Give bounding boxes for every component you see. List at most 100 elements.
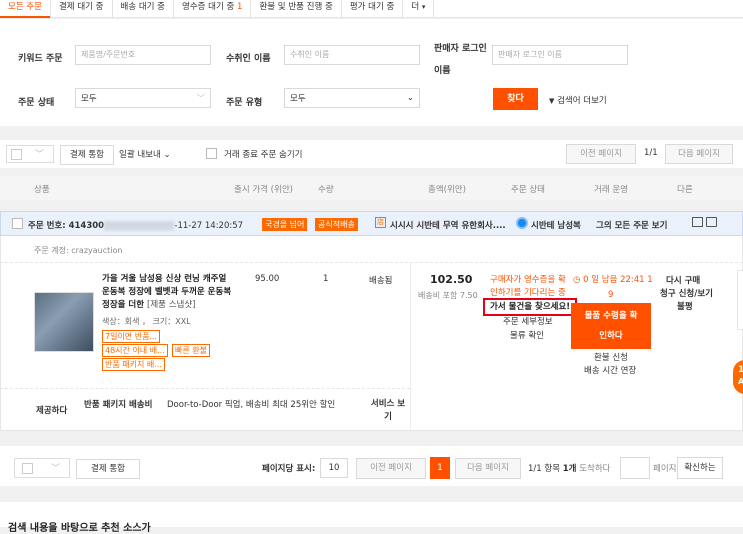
chevron-down-icon: ﹀ — [35, 150, 45, 160]
service-tag-48h[interactable]: 48시간 이내 배... — [102, 344, 168, 357]
unit-price: 95.00 — [255, 274, 280, 284]
bulk-export-dropdown[interactable]: 일괄 내보내 ⌄ — [119, 148, 171, 160]
side-panel — [737, 270, 743, 330]
recipient-label: 수취인 이름 — [226, 54, 271, 64]
flag-icon[interactable] — [706, 217, 717, 227]
col-other: 다른 — [677, 185, 693, 195]
seller-label-2: 이름 — [434, 66, 451, 76]
service-tag-7day[interactable]: 7일이면 반품... — [102, 330, 161, 343]
prev-page-button[interactable]: 이전 페이지 — [566, 144, 636, 164]
confirm-goto-button[interactable]: 확신하는 — [677, 457, 723, 479]
status-awaiting-receipt: 구매자가 영수증을 확 — [490, 275, 566, 285]
column-divider — [410, 263, 411, 431]
crossborder-tag: 국경을 넘어 — [262, 218, 308, 231]
select-all-dropdown[interactable]: ﹀ — [6, 145, 54, 163]
tab-awaiting-receipt[interactable]: 영수증 대기 중 1 — [174, 0, 252, 18]
order-total: 102.50 — [430, 273, 473, 286]
chevron-down-icon: ▾ — [421, 2, 426, 11]
next-page-button-bottom[interactable]: 다음 페이지 — [455, 458, 521, 479]
order-account: 주문 계정: crazyauction — [34, 246, 123, 255]
seller-chat-name[interactable]: 시반테 남성복 — [531, 219, 581, 231]
type-select[interactable]: 모두 ⌄ — [284, 88, 420, 108]
quantity: 1 — [323, 274, 329, 284]
per-page-input[interactable]: 10 — [320, 458, 348, 478]
service-view-link[interactable]: 서비스 보기 — [369, 398, 407, 424]
extend-delivery-link[interactable]: 배송 시간 연장 — [584, 364, 636, 376]
page-summary: 1/1 항목 1개 도착하다 — [528, 464, 611, 474]
service-tag-return[interactable]: 반품 패키지 배... — [102, 358, 165, 371]
select-all-checkbox-bottom[interactable] — [22, 463, 33, 474]
divider — [0, 262, 743, 263]
countdown-2: 9 — [608, 290, 614, 300]
hide-closed-label: 거래 종료 주문 숨기기 — [224, 150, 303, 160]
select-all-dropdown-bottom[interactable]: ﹀ — [14, 458, 70, 478]
chevron-down-icon: ⌄ — [163, 150, 171, 160]
tab-more[interactable]: 더 ▾ — [403, 0, 435, 18]
caret-down-icon: ▼ — [549, 97, 555, 105]
current-page[interactable]: 1 — [430, 457, 450, 479]
floating-badge[interactable]: 16A — [733, 360, 743, 394]
seller-input[interactable]: 판매자 로그인 이름 — [492, 45, 628, 65]
product-title[interactable]: 가을 겨울 남성용 신상 런닝 캐주얼 운동복 정장에 벨벳과 두꺼운 운동복 … — [102, 273, 236, 312]
col-product: 상품 — [34, 185, 50, 195]
col-operation: 거래 운영 — [594, 185, 628, 195]
recipient-input[interactable]: 수취인 이름 — [284, 45, 420, 65]
shipping-included: 배송비 포함 7.50 — [418, 291, 478, 300]
col-total: 총액(위안) — [428, 185, 466, 195]
go-find-tooltip: 가서 물건을 찾으세요! — [483, 298, 577, 316]
tab-refunds[interactable]: 환불 및 반품 진행 중 — [251, 0, 342, 18]
keyword-input[interactable]: 제품명/주문번호 — [75, 45, 211, 65]
view-all-orders-link[interactable]: 그의 모든 주문 보기 — [596, 219, 667, 231]
tab-awaiting-payment[interactable]: 결제 대기 중 — [51, 0, 113, 18]
chevron-down-icon: ﹀ — [196, 94, 205, 104]
product-attributes: 색상：회색 ， 크기：XXL — [102, 317, 191, 326]
chevron-down-icon: ﹀ — [51, 464, 61, 474]
next-page-button[interactable]: 다음 페이지 — [665, 144, 733, 164]
return-fee-desc: Door-to-Door 픽업, 배송비 최대 25위안 할인 — [167, 400, 336, 410]
tab-awaiting-shipment[interactable]: 배송 대기 중 — [113, 0, 175, 18]
confirm-receipt-button[interactable]: 물품 수령을 확 인하다 — [571, 303, 651, 349]
status-awaiting-receipt-2: 인하기를 기다리는 중 — [490, 288, 566, 298]
seller-label: 판매자 로그인 — [434, 44, 487, 54]
shipping-status: 배송됨 — [369, 276, 393, 286]
col-price: 출시 가격 (위안) — [234, 185, 293, 195]
col-status: 주문 상태 — [511, 185, 545, 195]
search-button[interactable]: 찾다 — [493, 88, 538, 110]
complaint-link[interactable]: 불평 — [677, 300, 693, 312]
status-select[interactable]: 모두 ﹀ — [75, 88, 211, 108]
product-snapshot-link[interactable]: [제품 스냅샷] — [147, 300, 195, 310]
wangwang-chat-icon[interactable] — [516, 217, 528, 229]
service-tag-refund[interactable]: 빠른 환불 — [172, 344, 210, 357]
prev-page-button-bottom[interactable]: 이전 페이지 — [356, 458, 426, 479]
hide-closed-checkbox[interactable] — [206, 148, 217, 159]
masked-order-number: 0000000000000 — [104, 221, 175, 231]
shop-name-link[interactable]: 시시시 시반테 무역 유한회사.... — [390, 219, 506, 231]
official-shipping-tag: 공식적배송 — [315, 218, 358, 231]
order-checkbox[interactable] — [12, 218, 23, 229]
logistics-link[interactable]: 물류 확인 — [510, 329, 544, 341]
tab-awaiting-review[interactable]: 평가 대기 중 — [342, 0, 404, 18]
tab-all-orders[interactable]: 모든 주문 — [0, 0, 51, 18]
order-number: 주문 번호: 4143000000000000000-11-27 14:20:5… — [28, 221, 244, 231]
countdown: ◷ 0 일 남음 22:41 1 — [573, 275, 653, 285]
more-search-link[interactable]: ▼ 검색어 더보기 — [549, 94, 607, 106]
select-all-checkbox[interactable] — [11, 149, 22, 160]
product-thumbnail[interactable] — [34, 292, 94, 352]
merge-pay-button[interactable]: 결제 통합 — [60, 145, 114, 165]
status-label: 주문 상태 — [18, 98, 55, 108]
merge-pay-button-bottom[interactable]: 결제 통합 — [76, 459, 140, 479]
note-icon[interactable] — [692, 217, 703, 227]
type-label: 주문 유형 — [226, 98, 263, 108]
goto-page-input[interactable] — [620, 457, 650, 479]
buy-again-link[interactable]: 다시 구매 — [666, 274, 700, 286]
order-details-link[interactable]: 주문 세부정보 — [503, 315, 553, 327]
return-fee-label: 반품 패키지 배송비 — [84, 400, 153, 410]
invoice-link[interactable]: 청구 신청/보기 — [660, 287, 713, 299]
filter-panel — [0, 19, 743, 126]
refund-apply-link[interactable]: 환불 신청 — [594, 351, 628, 363]
shop-icon: 店 — [375, 217, 386, 228]
return-provide-label: 제공하다 — [36, 406, 68, 416]
per-page-label: 페이지당 표시: — [262, 464, 316, 474]
col-qty: 수량 — [318, 185, 334, 195]
page-label: 페이지 — [653, 464, 677, 474]
